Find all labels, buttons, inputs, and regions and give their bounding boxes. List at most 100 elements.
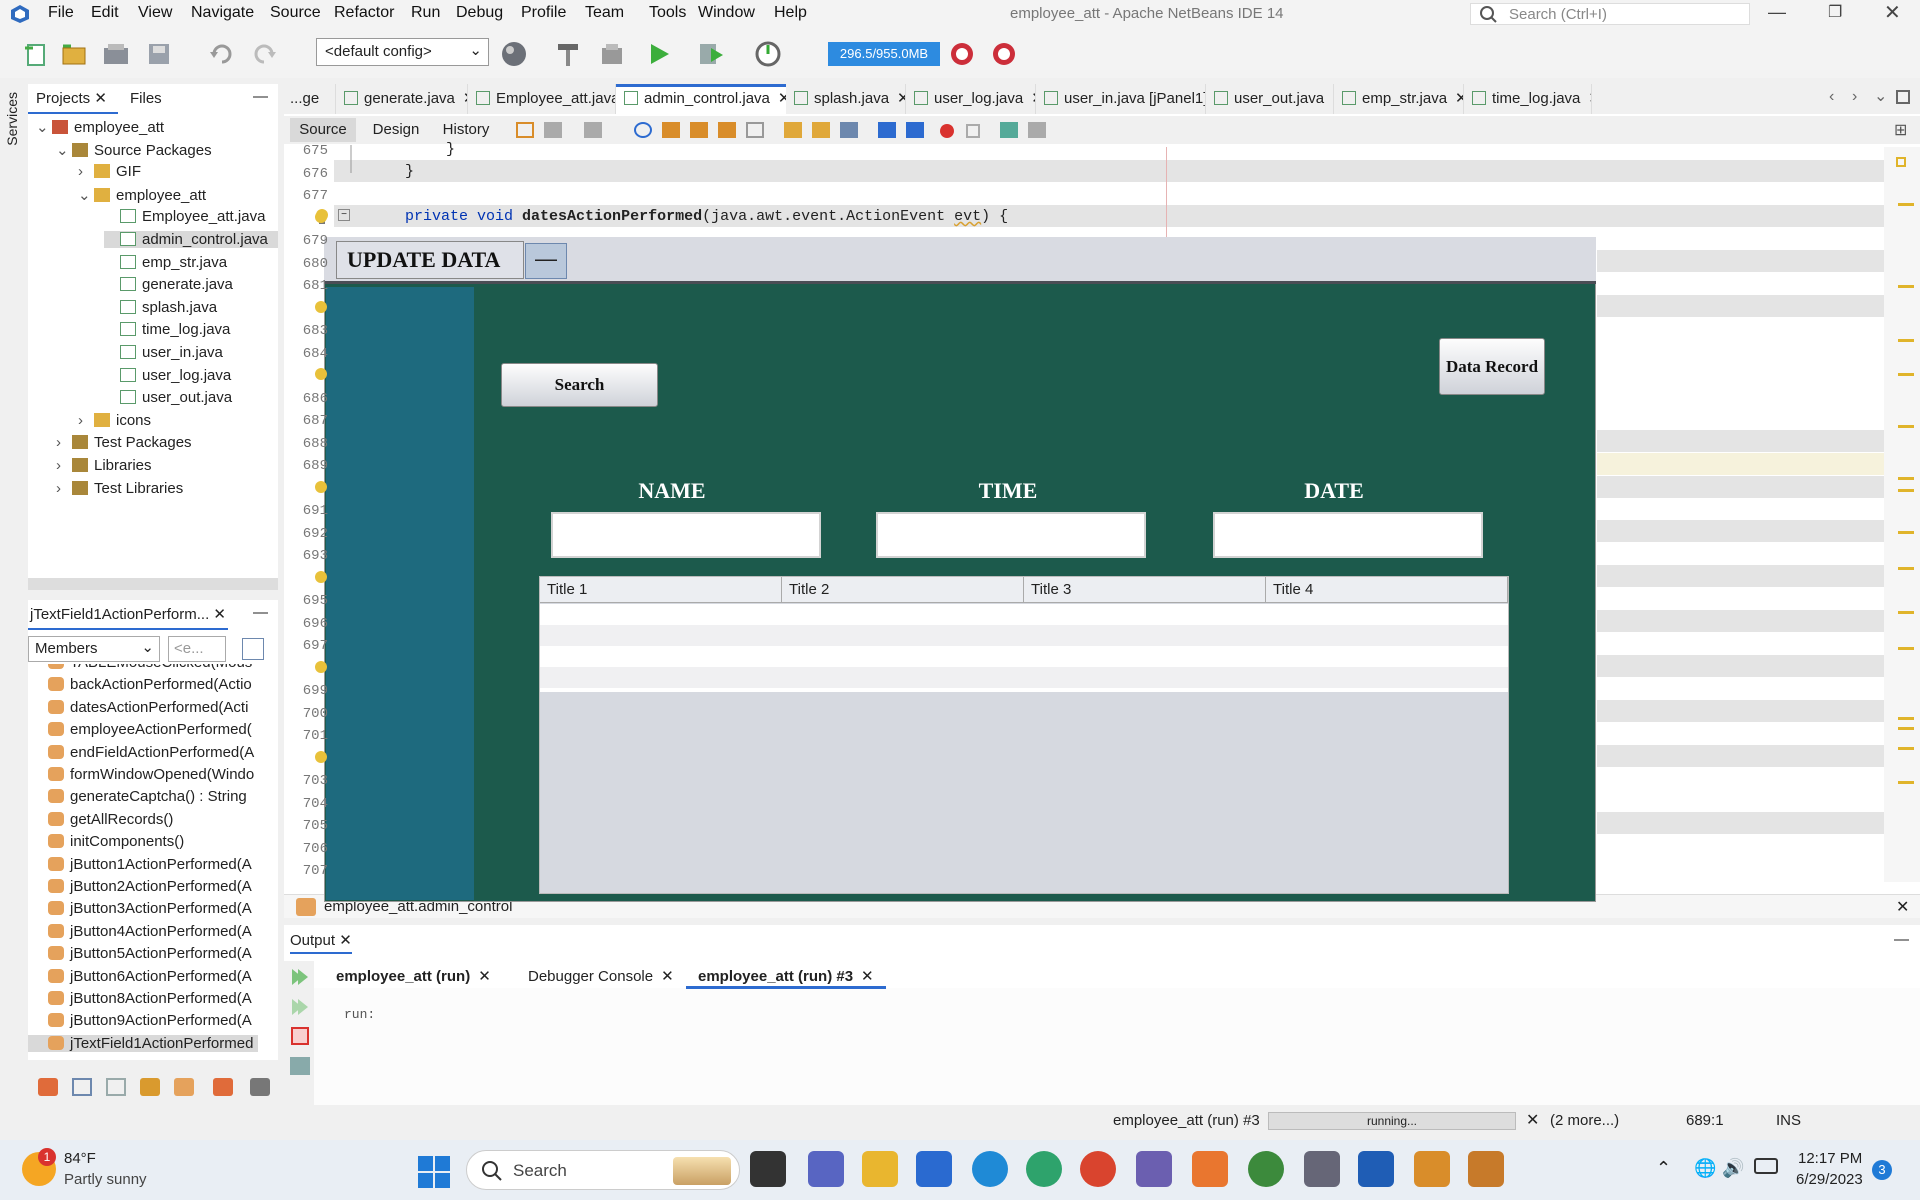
close-icon[interactable]: ✕ <box>1455 90 1463 107</box>
word-icon[interactable] <box>1358 1151 1394 1187</box>
tab-nav-left-icon[interactable]: ‹ <box>1829 88 1834 106</box>
minimize-window-button[interactable]: — <box>1768 2 1786 23</box>
filter-nonpublic-icon[interactable] <box>106 1078 126 1096</box>
store-icon[interactable] <box>916 1151 952 1187</box>
navigator-tab[interactable]: jTextField1ActionPerform... ✕ <box>28 600 228 630</box>
output-run-tab[interactable]: employee_att (run) #3 ✕ <box>686 961 886 989</box>
output-run-tab[interactable]: Debugger Console ✕ <box>516 961 686 989</box>
tree-item[interactable]: ⌄ employee_att <box>36 118 164 136</box>
filter-fields-icon[interactable] <box>38 1078 58 1096</box>
member-item[interactable]: jButton9ActionPerformed(A <box>48 1012 252 1029</box>
lightbulb-icon[interactable] <box>315 660 327 673</box>
weather-temp[interactable]: 84°F <box>64 1150 96 1167</box>
member-filter-select[interactable]: <e... <box>168 636 226 662</box>
tree-item[interactable]: user_log.java <box>104 367 231 384</box>
shift-right-icon[interactable] <box>906 122 924 138</box>
chevron-up-icon[interactable]: ⌃ <box>1656 1158 1671 1179</box>
minimize-panel-button[interactable]: — <box>253 604 268 621</box>
maximize-editor-icon[interactable] <box>1896 90 1910 104</box>
expand-down-icon[interactable]: ⌄ <box>56 141 72 159</box>
sort-type-icon[interactable] <box>250 1078 270 1096</box>
close-icon[interactable]: ✕ <box>861 968 874 985</box>
chrome-profile-icon[interactable] <box>1248 1151 1284 1187</box>
members-select[interactable]: Members ⌄ <box>28 636 160 662</box>
tree-item[interactable]: › Test Packages <box>56 434 192 451</box>
last-edit-icon[interactable] <box>516 122 534 138</box>
notification-badge[interactable]: 3 <box>1872 1160 1892 1180</box>
column-header[interactable]: Title 1 <box>540 577 782 603</box>
expand-right-icon[interactable]: › <box>56 457 72 474</box>
tree-item[interactable]: › Libraries <box>56 457 152 474</box>
table-row[interactable] <box>540 667 1508 688</box>
file-explorer-icon[interactable] <box>862 1151 898 1187</box>
file-tab[interactable]: ...ge <box>284 84 336 114</box>
menu-profile[interactable]: Profile <box>521 4 566 22</box>
restore-window-button[interactable]: ❐ <box>1828 2 1842 22</box>
cancel-task-icon[interactable]: ✕ <box>1526 1110 1539 1130</box>
menu-file[interactable]: File <box>48 4 74 22</box>
design-tab[interactable]: Design <box>366 118 426 142</box>
member-item[interactable]: datesActionPerformed(Acti <box>48 699 248 716</box>
browser-icon[interactable] <box>500 40 528 68</box>
find-icon[interactable] <box>634 122 652 138</box>
xampp-icon[interactable] <box>1192 1151 1228 1187</box>
output-run-tab[interactable]: employee_att (run) ✕ <box>324 961 503 989</box>
menu-navigate[interactable]: Navigate <box>191 4 254 22</box>
file-tab[interactable]: splash.java ✕ <box>786 84 906 114</box>
member-item[interactable]: TABLEMouseClicked(Mous <box>48 664 252 671</box>
lightbulb-icon[interactable] <box>315 210 327 223</box>
menu-window[interactable]: Window <box>698 4 755 22</box>
task-view-icon[interactable] <box>750 1151 786 1187</box>
file-tab[interactable]: time_log.java ✕ <box>1464 84 1592 114</box>
close-window-button[interactable]: ✕ <box>1884 0 1901 25</box>
member-item[interactable]: jButton5ActionPerformed(A <box>48 945 252 962</box>
file-tab[interactable]: emp_str.java ✕ <box>1334 84 1464 114</box>
close-icon[interactable]: ✕ <box>213 606 226 623</box>
member-item[interactable]: employeeActionPerformed( <box>48 721 252 738</box>
table-row[interactable] <box>540 604 1508 625</box>
stop-icon[interactable] <box>291 1027 309 1045</box>
settings-icon[interactable] <box>1304 1151 1340 1187</box>
lightbulb-icon[interactable] <box>315 480 327 493</box>
source-tab[interactable]: Source <box>290 118 356 142</box>
config-select[interactable]: <default config> ⌄ <box>316 38 489 66</box>
member-item[interactable]: jButton6ActionPerformed(A <box>48 968 252 985</box>
new-file-icon[interactable] <box>22 40 50 68</box>
menu-debug[interactable]: Debug <box>456 4 503 22</box>
more-tasks-link[interactable]: (2 more...) <box>1550 1112 1619 1129</box>
member-item[interactable]: jButton4ActionPerformed(A <box>48 923 252 940</box>
taskbar-search[interactable]: Search <box>466 1150 740 1190</box>
settings-icon[interactable] <box>290 1057 310 1075</box>
save-all-icon[interactable] <box>145 40 173 68</box>
table-row[interactable] <box>540 625 1508 646</box>
records-table[interactable]: Title 1 Title 2 Title 3 Title 4 <box>539 576 1509 894</box>
chrome-icon[interactable] <box>1080 1151 1116 1187</box>
expand-right-icon[interactable]: › <box>56 480 72 497</box>
date-field[interactable] <box>1213 512 1483 558</box>
toggle-bookmark-icon[interactable] <box>840 122 858 138</box>
lightbulb-icon[interactable] <box>315 570 327 583</box>
clock-date[interactable]: 6/29/2023 <box>1796 1171 1863 1188</box>
debug-icon[interactable] <box>697 40 725 68</box>
table-row[interactable] <box>540 688 1508 692</box>
rerun-params-icon[interactable] <box>290 997 310 1017</box>
member-item[interactable]: generateCaptcha() : String <box>48 788 247 805</box>
tree-item[interactable]: Employee_att.java <box>104 208 265 225</box>
expand-down-icon[interactable]: ⌄ <box>36 118 52 136</box>
expand-right-icon[interactable]: › <box>78 412 94 429</box>
tree-item[interactable]: splash.java <box>104 299 217 316</box>
close-breadcrumb-icon[interactable]: ✕ <box>1896 897 1909 917</box>
run-icon[interactable] <box>645 40 673 68</box>
tree-item[interactable]: user_in.java <box>104 344 223 361</box>
battery-icon[interactable] <box>1754 1158 1778 1174</box>
split-editor-icon[interactable]: ⊞ <box>1894 120 1907 140</box>
menu-tools[interactable]: Tools <box>649 4 686 22</box>
weather-desc[interactable]: Partly sunny <box>64 1171 147 1188</box>
close-icon[interactable]: ✕ <box>94 90 107 107</box>
filter-icon[interactable] <box>242 638 264 660</box>
language-icon[interactable]: 🌐 <box>1694 1158 1716 1179</box>
expand-right-icon[interactable]: › <box>78 163 94 180</box>
sort-icon[interactable] <box>213 1078 233 1096</box>
teams-icon[interactable] <box>808 1151 844 1187</box>
file-tab[interactable]: Employee_att.java✕ <box>468 84 616 114</box>
